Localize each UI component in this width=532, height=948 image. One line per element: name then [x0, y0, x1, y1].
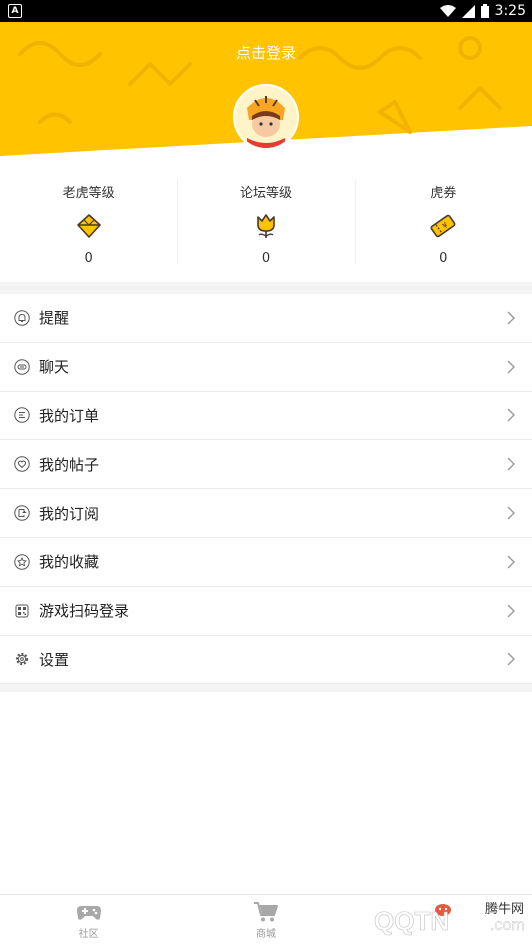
star-icon [13, 553, 31, 571]
menu-item-settings[interactable]: 设置 [0, 636, 532, 685]
menu-item-label: 我的订单 [39, 406, 100, 425]
stat-label: 论坛等级 [239, 186, 292, 201]
menu-item-label: 聊天 [39, 358, 70, 377]
menu-item-reminder[interactable]: 提醒 [0, 294, 532, 343]
profile-header: 点击登录 [0, 22, 532, 162]
cart-icon [253, 902, 278, 922]
wifi-icon [439, 5, 456, 17]
chat-icon [13, 358, 31, 376]
svg-text:QQTN: QQTN [374, 906, 449, 936]
stat-tiger-level[interactable]: 老虎等级 0 [0, 162, 177, 282]
section-divider [0, 282, 532, 294]
diamond-icon [76, 214, 101, 238]
stat-tiger-coupon[interactable]: 虎券 ¥ 0 [354, 162, 532, 282]
tiger-avatar-icon [235, 86, 297, 148]
tulip-icon [257, 214, 275, 238]
menu-item-label: 设置 [39, 650, 70, 669]
battery-icon [480, 4, 489, 18]
qrcode-icon [13, 602, 31, 620]
chevron-right-icon [507, 360, 515, 374]
notification-icon: A [8, 4, 22, 18]
section-divider [0, 684, 532, 692]
chevron-right-icon [507, 457, 515, 471]
status-bar: A 3:25 [0, 0, 532, 22]
stat-value: 0 [84, 251, 93, 266]
gamepad-icon [76, 906, 101, 920]
chevron-right-icon [507, 506, 515, 520]
stat-value: 0 [261, 251, 271, 266]
menu-item-label: 提醒 [39, 309, 70, 328]
chevron-right-icon [507, 311, 515, 325]
menu-item-game-qr-login[interactable]: 游戏扫码登录 [0, 587, 532, 636]
login-link[interactable]: 点击登录 [0, 42, 532, 63]
heart-icon [13, 455, 31, 473]
avatar[interactable] [233, 84, 299, 150]
menu-item-label: 游戏扫码登录 [39, 602, 130, 621]
list-icon [13, 406, 31, 424]
status-time: 3:25 [494, 3, 526, 19]
stats-row: 老虎等级 0 论坛等级 0 虎券 ¥ 0 [0, 162, 532, 282]
svg-text:.com: .com [490, 917, 525, 934]
chevron-right-icon [507, 604, 515, 618]
menu-item-subscriptions[interactable]: 我的订阅 [0, 489, 532, 538]
tab-label: 商城 [255, 929, 276, 940]
menu-item-label: 我的帖子 [39, 455, 100, 474]
signal-icon [461, 4, 475, 18]
menu-item-posts[interactable]: 我的帖子 [0, 440, 532, 490]
ticket-icon: ¥ [430, 214, 456, 238]
chevron-right-icon [507, 555, 515, 569]
menu-item-favorites[interactable]: 我的收藏 [0, 538, 532, 587]
subscribe-icon [13, 504, 31, 522]
watermark: QQTN .com 腾牛网 [318, 888, 532, 944]
tab-community[interactable]: 社区 [0, 895, 177, 944]
stat-label: 老虎等级 [62, 186, 115, 201]
tab-label: 社区 [78, 929, 99, 940]
watermark-text: 腾牛网 [484, 902, 524, 917]
bell-icon [13, 309, 31, 327]
chevron-right-icon [507, 652, 515, 666]
chevron-right-icon [507, 408, 515, 422]
stat-label: 虎券 [430, 186, 457, 201]
stat-value: 0 [439, 251, 448, 266]
stat-forum-level[interactable]: 论坛等级 0 [177, 162, 354, 282]
gear-icon [13, 650, 31, 668]
menu-item-orders[interactable]: 我的订单 [0, 392, 532, 441]
menu-item-chat[interactable]: 聊天 [0, 343, 532, 392]
menu-item-label: 我的收藏 [39, 553, 100, 572]
menu-item-label: 我的订阅 [39, 504, 100, 523]
menu-list: 提醒 聊天 我的订单 我的帖子 我的订阅 我的收藏 游戏扫码登录 设置 [0, 294, 532, 685]
